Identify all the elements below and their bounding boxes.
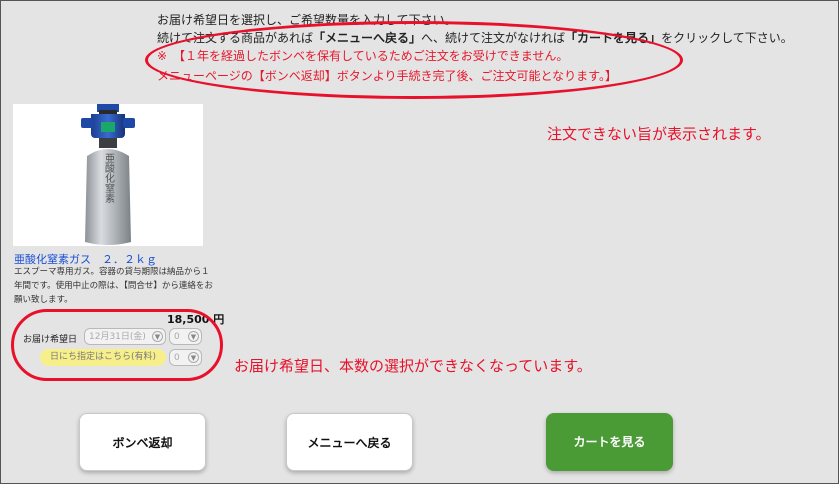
return-cylinder-button[interactable]: ボンベ返却 [79,413,206,471]
cannot-order-annotation: 注文できない旨が表示されます。 [547,125,771,143]
back-to-menu-button[interactable]: メニューへ戻る [286,413,413,471]
cylinder-label: 亜酸化窒素 [103,153,115,203]
product-description: エスプーマ専用ガス。容器の貸与期限は納品から１年間です。使用中止の際は、【問合せ… [14,267,213,305]
warning-highlight-ellipse [145,21,683,99]
gas-cylinder-icon: 亜酸化窒素 [81,104,135,245]
instruction-text-post: をクリックして下さい。 [661,31,793,45]
product-image: 亜酸化窒素 [13,104,203,246]
view-cart-button[interactable]: カートを見る [546,413,673,471]
order-controls-highlight-ellipse [11,309,223,381]
selection-disabled-annotation: お届け希望日、本数の選択ができなくなっています。 [234,357,592,375]
